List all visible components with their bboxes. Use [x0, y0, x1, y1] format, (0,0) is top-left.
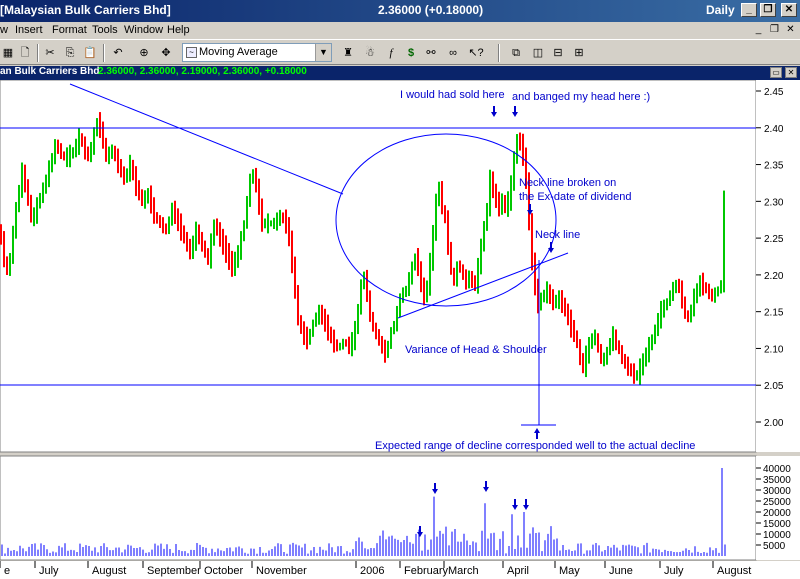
volume-tick-label: 10000 [763, 530, 791, 541]
explore-icon[interactable]: ⚯ [423, 45, 439, 61]
price-tick-label: 2.30 [764, 197, 784, 208]
date-tick-label: October [204, 565, 243, 577]
volume-tick-label: 40000 [763, 464, 791, 475]
cut-icon[interactable]: ✂ [42, 45, 58, 61]
close-button[interactable]: ✕ [781, 3, 797, 17]
volume-tick-label: 20000 [763, 508, 791, 519]
copy-icon[interactable]: ⎘ [62, 45, 78, 61]
menu-insert[interactable]: Insert [15, 24, 43, 36]
date-tick-label: May [559, 565, 580, 577]
tile-grid-icon[interactable]: ⊞ [571, 45, 587, 61]
mdi-close-button[interactable]: ✕ [784, 24, 797, 36]
tile-horizontal-icon[interactable]: ⊟ [550, 45, 566, 61]
price-tick-label: 2.45 [764, 87, 784, 98]
annotation-variance: Variance of Head & Shoulder [405, 344, 547, 356]
preview-icon[interactable]: 🗋 [17, 45, 33, 61]
volume-tick-label: 15000 [763, 519, 791, 530]
toolbar: ▦ 🗋 ✂ ⎘ 📋 ↶ ⊕ ✥ ~ Moving Average ▼ ♜ ☃ f… [0, 39, 800, 65]
menu-help[interactable]: Help [167, 24, 190, 36]
price-tick-label: 2.05 [764, 381, 784, 392]
chart-close-button[interactable]: ✕ [785, 67, 797, 78]
cascade-icon[interactable]: ⧉ [508, 45, 524, 61]
volume-tick-label: 25000 [763, 497, 791, 508]
quote-readout: 2.36000 (+0.18000) [378, 3, 484, 17]
toolbar-separator [103, 44, 105, 62]
period-label: Daily [706, 3, 735, 17]
annotation-sold: I would had sold here [400, 89, 505, 101]
menu-format[interactable]: Format [52, 24, 87, 36]
annotation-banged: and banged my head here :) [512, 91, 650, 103]
paste-icon[interactable]: 📋 [82, 45, 98, 61]
volume-panel [0, 455, 757, 561]
price-tick-label: 2.25 [764, 234, 784, 245]
binoculars-icon[interactable]: ∞ [445, 45, 461, 61]
price-tick-label: 2.00 [764, 418, 784, 429]
date-tick-label: March [448, 565, 479, 577]
window-title-bar: [Malaysian Bulk Carriers Bhd] 2.36000 (+… [0, 0, 800, 22]
window-title: [Malaysian Bulk Carriers Bhd] [0, 3, 171, 17]
chart-area[interactable]: 2.45 2.40 2.35 2.30 2.25 2.20 2.15 2.10 2.05 2.00… [0, 80, 800, 579]
indicator-icon: ~ [186, 47, 197, 58]
price-tick-label: 2.10 [764, 344, 784, 355]
price-tick-label: 2.20 [764, 271, 784, 282]
annotation-neck-line: Neck line [535, 229, 580, 241]
advisor-icon[interactable]: ☃ [362, 45, 378, 61]
move-icon[interactable]: ✥ [158, 45, 174, 61]
help-pointer-icon[interactable]: ↖? [468, 45, 484, 61]
crosshair-icon[interactable]: ⊕ [136, 45, 152, 61]
indicator-select[interactable]: ~ Moving Average ▼ [182, 43, 332, 62]
date-tick-label: August [92, 565, 126, 577]
volume-tick-label: 30000 [763, 486, 791, 497]
date-tick-label: August [717, 565, 751, 577]
minimize-button[interactable]: _ [741, 3, 757, 17]
tile-vertical-icon[interactable]: ◫ [530, 45, 546, 61]
chart-window-header: an Bulk Carriers Bhd 2.36000, 2.36000, 2… [0, 66, 800, 80]
price-tick-label: 2.35 [764, 161, 784, 172]
function-icon[interactable]: f [383, 45, 399, 61]
date-tick-label: September [147, 565, 201, 577]
chevron-down-icon[interactable]: ▼ [315, 44, 331, 61]
annotation-neck-broken-1: Neck line broken on [519, 177, 616, 189]
date-tick-label: November [256, 565, 307, 577]
security-name: an Bulk Carriers Bhd [0, 66, 100, 77]
date-tick-label: July [664, 565, 684, 577]
security-values: 2.36000, 2.36000, 2.19000, 2.36000, +0.1… [98, 66, 307, 77]
toolbar-separator [37, 44, 39, 62]
toolbar-separator [498, 44, 500, 62]
mdi-minimize-button[interactable]: _ [752, 24, 765, 36]
annotation-expected: Expected range of decline corresponded w… [375, 440, 695, 452]
indicator-select-value: Moving Average [199, 46, 278, 58]
volume-tick-label: 5000 [763, 541, 786, 552]
restore-button[interactable]: ❐ [760, 3, 776, 17]
date-tick-label: February [404, 565, 449, 577]
expert-icon[interactable]: ♜ [340, 45, 356, 61]
price-axis-panel [756, 80, 800, 452]
menu-view[interactable]: w [0, 24, 8, 36]
price-panel [0, 80, 757, 453]
price-tick-label: 2.40 [764, 124, 784, 135]
mdi-restore-button[interactable]: ❐ [768, 24, 781, 36]
chart-icon[interactable]: ▦ [0, 45, 16, 61]
date-tick-label: e [4, 565, 10, 577]
menu-tools[interactable]: Tools [92, 24, 118, 36]
date-tick-label: July [39, 565, 59, 577]
date-tick-label: June [609, 565, 633, 577]
menu-bar: w Insert Format Tools Window Help [0, 22, 800, 39]
dollar-icon[interactable]: $ [403, 45, 419, 61]
date-tick-label: 2006 [360, 565, 384, 577]
annotation-neck-broken-2: the Ex-date of dividend [519, 191, 632, 203]
undo-icon[interactable]: ↶ [110, 45, 126, 61]
volume-tick-label: 35000 [763, 475, 791, 486]
date-tick-label: April [507, 565, 529, 577]
price-tick-label: 2.15 [764, 308, 784, 319]
chart-minimize-button[interactable]: ▭ [770, 67, 782, 78]
menu-window[interactable]: Window [124, 24, 163, 36]
